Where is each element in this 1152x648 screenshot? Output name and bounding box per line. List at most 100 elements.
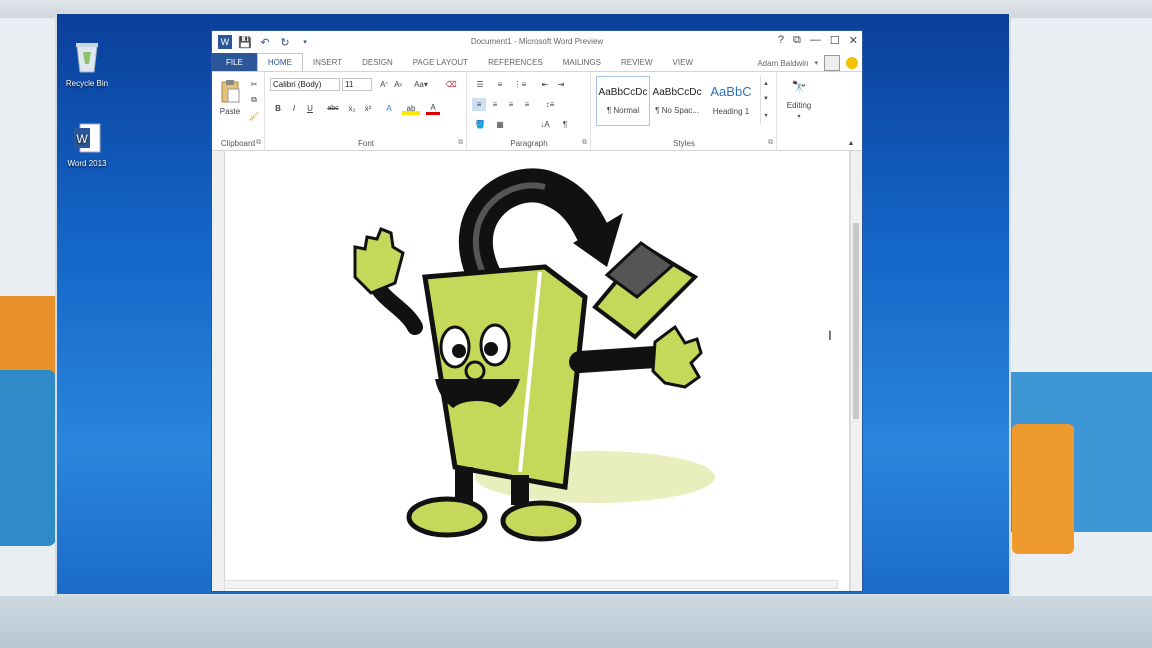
horizontal-scrollbar[interactable]	[224, 580, 838, 589]
ribbon-tabs: FILE HOME INSERT DESIGN PAGE LAYOUT REFE…	[212, 53, 862, 71]
styles-launcher-icon[interactable]: ⧉	[768, 139, 773, 147]
minimize-button[interactable]: —	[810, 34, 821, 47]
scroll-up-icon[interactable]: ▲	[763, 81, 769, 87]
more-styles-icon[interactable]: ▾	[764, 112, 767, 119]
font-size-combo[interactable]: 11	[342, 78, 372, 91]
background-floor	[0, 596, 1152, 648]
font-launcher-icon[interactable]: ⧉	[458, 139, 463, 147]
line-spacing-icon[interactable]: ↕≡	[542, 98, 558, 111]
desktop-icon-recycle-bin[interactable]: Recycle Bin	[57, 40, 117, 88]
bullets-icon[interactable]: ☰	[472, 78, 488, 91]
word-app-icon[interactable]: W	[218, 35, 232, 49]
window-controls: ? ⧉ — ☐ ✕	[778, 34, 858, 47]
paste-button[interactable]: Paste	[216, 106, 244, 116]
paste-icon[interactable]	[218, 78, 242, 104]
numbering-icon[interactable]: ≡	[492, 78, 508, 91]
styles-group-label: Styles	[673, 139, 695, 148]
text-cursor-icon: I	[828, 327, 832, 343]
tab-home[interactable]: HOME	[256, 53, 303, 71]
strikethrough-button[interactable]: abc	[324, 102, 342, 115]
copy-icon[interactable]: ⧉	[248, 94, 260, 106]
paragraph-launcher-icon[interactable]: ⧉	[582, 139, 587, 147]
highlight-icon[interactable]: ab	[402, 102, 420, 115]
align-right-icon[interactable]: ≡	[504, 98, 518, 111]
avatar[interactable]	[824, 55, 840, 71]
editing-group[interactable]: 🔭 Editing ▾	[778, 72, 820, 150]
style-sample: AaBbCcDc	[598, 87, 648, 98]
undo-icon[interactable]: ↶	[258, 35, 272, 49]
show-formatting-icon[interactable]: ¶	[558, 118, 572, 131]
superscript-button[interactable]: x²	[362, 102, 374, 115]
vertical-scrollbar[interactable]	[850, 151, 862, 591]
change-case-icon[interactable]: Aa▾	[412, 78, 430, 91]
user-dropdown-icon[interactable]: ▾	[814, 59, 818, 67]
tab-references[interactable]: REFERENCES	[478, 53, 553, 71]
text-effects-button[interactable]: A	[382, 102, 396, 115]
grow-font-icon[interactable]: A ^	[378, 78, 390, 91]
font-group: Calibri (Body) 11 A ^ Av Aa▾ ⌫ B I U abc …	[266, 72, 467, 150]
cut-icon[interactable]: ✂	[248, 78, 260, 90]
styles-gallery-scroll[interactable]: ▲ ▼ ▾	[760, 76, 771, 124]
justify-icon[interactable]: ≡	[520, 98, 534, 111]
help-button[interactable]: ?	[778, 34, 784, 47]
tab-file[interactable]: FILE	[212, 53, 257, 71]
style-heading-1[interactable]: AaBbC Heading 1	[704, 76, 758, 126]
tab-view[interactable]: VIEW	[663, 53, 703, 71]
save-icon[interactable]: 💾	[238, 35, 252, 49]
styles-group: AaBbCcDc ¶ Normal AaBbCcDc ¶ No Spac... …	[592, 72, 777, 150]
tab-review[interactable]: REVIEW	[611, 53, 663, 71]
ribbon-home: Paste ✂ ⧉ 🖌 Clipboard ⧉ Calibri (Body) 1…	[212, 71, 862, 151]
style-sample: AaBbC	[710, 84, 752, 99]
font-group-label: Font	[357, 139, 374, 148]
tab-mailings[interactable]: MAILINGS	[553, 53, 611, 71]
background-chair-blue	[0, 370, 56, 546]
redo-icon[interactable]: ↻	[278, 35, 292, 49]
desktop-icon-label: Word 2013	[67, 159, 107, 168]
decrease-indent-icon[interactable]: ⇤	[538, 78, 552, 91]
clipboard-launcher-icon[interactable]: ⧉	[256, 139, 261, 147]
font-name-combo[interactable]: Calibri (Body)	[270, 78, 340, 91]
document-page[interactable]: I	[224, 151, 850, 591]
vertical-scroll-thumb[interactable]	[853, 223, 859, 419]
user-name[interactable]: Adam Baldwin	[757, 59, 808, 68]
editing-label[interactable]: Editing	[778, 100, 820, 110]
style-name: ¶ Normal	[606, 106, 640, 115]
close-button[interactable]: ✕	[849, 34, 858, 47]
collapse-ribbon-icon[interactable]: ▲	[846, 138, 856, 148]
editing-dropdown-icon[interactable]: ▾	[778, 112, 820, 120]
clear-formatting-icon[interactable]: ⌫	[444, 78, 458, 91]
customize-qat-icon[interactable]: ▾	[298, 35, 312, 49]
align-left-icon[interactable]: ≡	[472, 98, 486, 111]
style-name: Heading 1	[712, 107, 750, 116]
multilevel-list-icon[interactable]: ⋮≡	[512, 78, 528, 91]
increase-indent-icon[interactable]: ⇥	[554, 78, 568, 91]
align-center-icon[interactable]: ≡	[488, 98, 502, 111]
format-painter-icon[interactable]: 🖌	[248, 110, 260, 122]
style-normal[interactable]: AaBbCcDc ¶ Normal	[596, 76, 650, 126]
scroll-down-icon[interactable]: ▼	[763, 96, 769, 102]
sort-icon[interactable]: ↓A	[538, 118, 552, 131]
word-window: W 💾 ↶ ↻ ▾ Document1 - Microsoft Word Pre…	[211, 30, 863, 592]
tab-page-layout[interactable]: PAGE LAYOUT	[403, 53, 478, 71]
font-name-value: Calibri (Body)	[273, 80, 322, 89]
desktop-icon-word[interactable]: W Word 2013	[57, 122, 117, 168]
tab-insert[interactable]: INSERT	[303, 53, 352, 71]
paragraph-group: ☰ ≡ ⋮≡ ⇤ ⇥ ≡ ≡ ≡ ≡ ↕≡ 🪣 ▦ ↓A ¶ Paragraph…	[468, 72, 591, 150]
shading-icon[interactable]: 🪣	[472, 118, 488, 131]
trash-can-mascot-image[interactable]	[335, 157, 715, 557]
style-no-spacing[interactable]: AaBbCcDc ¶ No Spac...	[650, 76, 704, 126]
clipboard-group: Paste ✂ ⧉ 🖌 Clipboard ⧉	[212, 72, 265, 150]
shrink-font-icon[interactable]: Av	[392, 78, 404, 91]
feedback-smiley-icon[interactable]	[846, 57, 858, 69]
underline-button[interactable]: U	[304, 102, 316, 115]
subscript-button[interactable]: x₂	[346, 102, 358, 115]
font-color-button[interactable]: A	[426, 102, 440, 115]
tab-design[interactable]: DESIGN	[352, 53, 403, 71]
find-binoculars-icon[interactable]: 🔭	[790, 78, 808, 96]
ribbon-display-button[interactable]: ⧉	[793, 34, 801, 47]
maximize-button[interactable]: ☐	[830, 34, 840, 47]
bold-button[interactable]: B	[272, 102, 284, 115]
italic-button[interactable]: I	[288, 102, 300, 115]
font-size-value: 11	[345, 80, 354, 89]
borders-icon[interactable]: ▦	[492, 118, 508, 131]
